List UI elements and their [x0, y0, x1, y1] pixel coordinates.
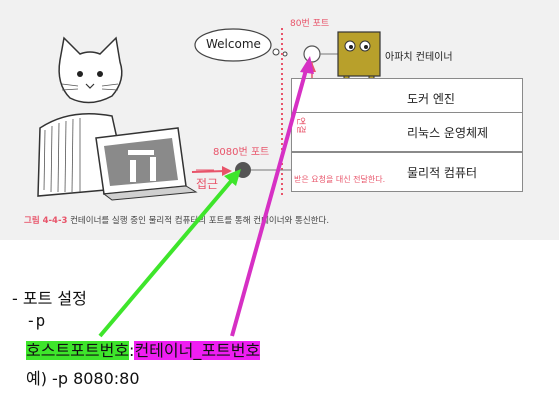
access-arrow: [191, 170, 227, 173]
host-port-term: 호스트포트번호: [26, 341, 130, 360]
container-port-label: 80번 포트: [290, 19, 330, 29]
port-setting-notes: - 포트 설정 -p 호스트포트번호:컨테이너_포트번호 예) -p 8080:…: [12, 285, 261, 389]
container-label: 아파치 컨테이너: [385, 52, 453, 63]
forward-label: 받은 요청을 대신 전달한다.: [294, 175, 386, 184]
connect-label: 연결: [295, 117, 305, 134]
host-port-circle: [235, 162, 251, 178]
notes-heading: - 포트 설정: [12, 289, 87, 308]
caption-number: 그림 4-4-3: [24, 216, 68, 226]
caption-text: 컨테이너를 실행 중인 물리적 컴퓨터의 포트를 통해 컨테이너와 통신한다.: [70, 216, 330, 226]
figure-caption: 그림 4-4-3 컨테이너를 실행 중인 물리적 컴퓨터의 포트를 통해 컨테이…: [24, 214, 329, 226]
notes-example: 예) -p 8080:80: [26, 369, 140, 388]
layer-physical-computer: 물리적 컴퓨터: [291, 152, 523, 192]
notes-flag: -p: [26, 311, 46, 330]
welcome-text: Welcome: [206, 37, 261, 51]
host-port-label: 8080번 포트: [213, 147, 270, 158]
layer-linux-os: 리눅스 운영체제: [291, 112, 523, 152]
layer-label-docker-engine: 도커 엔진: [407, 92, 455, 106]
access-label: 접근: [196, 177, 219, 191]
laptop-illustration: [95, 127, 198, 201]
container-port-term: 컨테이너_포트번호: [134, 341, 261, 360]
notes-syntax: 호스트포트번호:컨테이너_포트번호: [12, 335, 261, 361]
layer-label-physical-computer: 물리적 컴퓨터: [407, 166, 478, 180]
apache-container-icon: [337, 31, 381, 82]
layer-label-linux-os: 리눅스 운영체제: [407, 126, 489, 140]
container-port-circle: [303, 45, 321, 63]
